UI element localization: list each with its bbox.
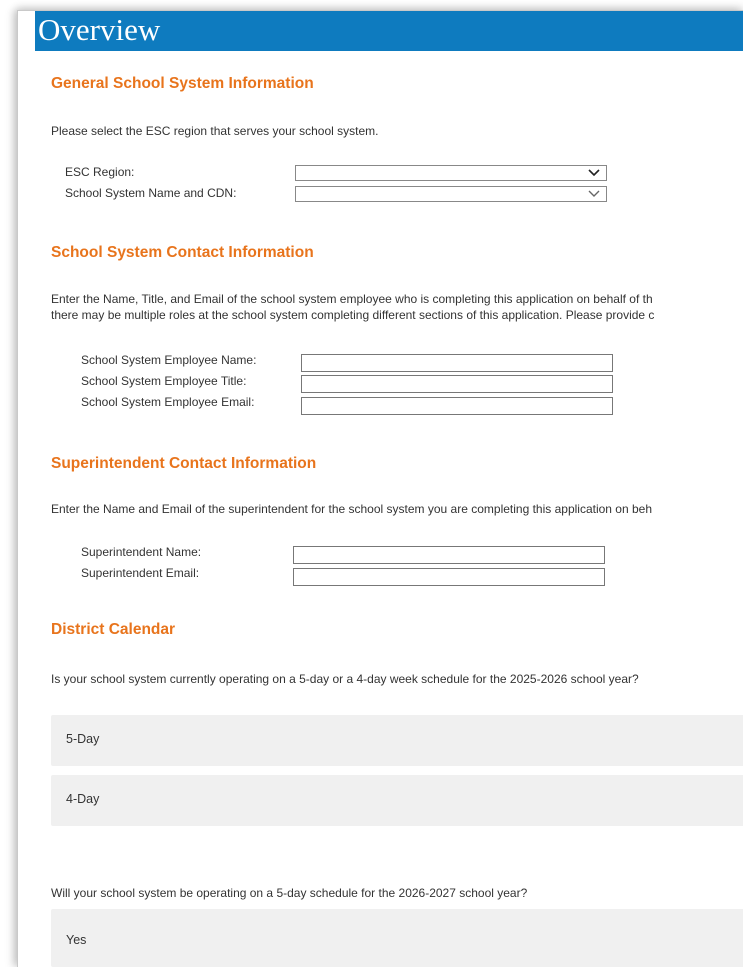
employee-email-label: School System Employee Email: [81, 395, 255, 409]
chevron-down-icon [588, 190, 600, 197]
esc-region-select[interactable] [295, 165, 607, 181]
general-instructions: Please select the ESC region that serves… [51, 124, 379, 138]
superintendent-section-title: Superintendent Contact Information [51, 455, 317, 472]
general-section-title: General School System Information [51, 75, 314, 92]
superintendent-name-label: Superintendent Name: [81, 545, 202, 559]
option-5-day[interactable]: 5-Day [51, 715, 743, 766]
option-5-day-label: 5-Day [66, 732, 100, 746]
option-yes[interactable]: Yes [51, 909, 743, 967]
employee-title-input[interactable] [301, 375, 613, 393]
calendar-question-2: Will your school system be operating on … [51, 886, 528, 900]
employee-name-input[interactable] [301, 354, 613, 372]
superintendent-instructions: Enter the Name and Email of the superint… [51, 502, 653, 516]
option-4-day[interactable]: 4-Day [51, 775, 743, 826]
system-name-label: School System Name and CDN: [65, 186, 237, 200]
employee-name-label: School System Employee Name: [81, 353, 257, 367]
option-4-day-label: 4-Day [66, 792, 100, 806]
contact-instructions-line2: there may be multiple roles at the schoo… [51, 308, 655, 322]
chevron-down-icon [588, 169, 600, 177]
contact-instructions-line1: Enter the Name, Title, and Email of the … [51, 292, 653, 306]
calendar-section-title: District Calendar [51, 621, 176, 638]
contact-section-title: School System Contact Information [51, 244, 314, 261]
option-yes-label: Yes [66, 933, 87, 947]
superintendent-name-input[interactable] [293, 546, 605, 564]
esc-region-label: ESC Region: [65, 165, 135, 179]
form-frame: Overview General School System Informati… [17, 10, 743, 967]
calendar-question-1: Is your school system currently operatin… [51, 672, 639, 686]
system-name-select[interactable] [295, 186, 607, 202]
superintendent-email-input[interactable] [293, 568, 605, 586]
superintendent-email-label: Superintendent Email: [81, 566, 200, 580]
employee-email-input[interactable] [301, 397, 613, 415]
form-content: General School System Information Please… [51, 11, 743, 967]
employee-title-label: School System Employee Title: [81, 374, 247, 388]
